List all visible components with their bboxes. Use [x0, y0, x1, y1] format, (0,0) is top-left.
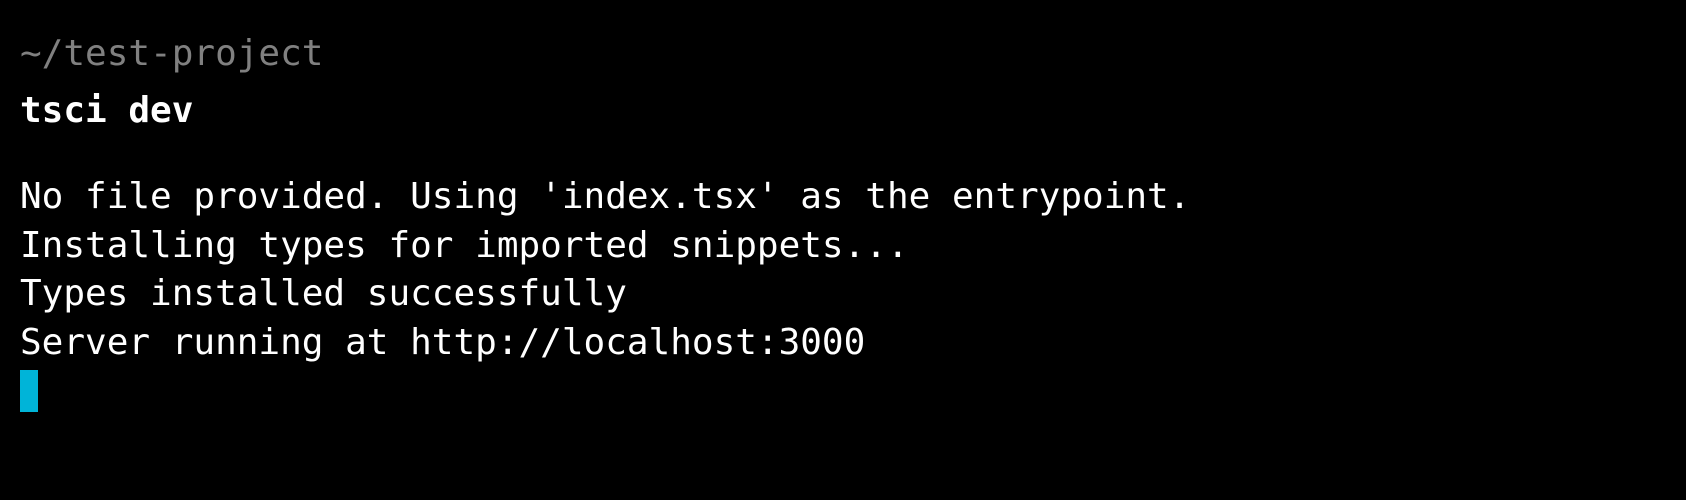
output-line: Types installed successfully — [20, 270, 1666, 319]
terminal-window[interactable]: ~/test-project tsci dev No file provided… — [20, 30, 1666, 416]
output-line: Server running at http://localhost:3000 — [20, 319, 1666, 368]
prompt-path: ~/test-project — [20, 30, 1666, 79]
output-line: No file provided. Using 'index.tsx' as t… — [20, 173, 1666, 222]
cursor-icon — [20, 370, 38, 412]
cursor-line — [20, 368, 1666, 417]
command-text: tsci dev — [20, 87, 1666, 136]
output-line: Installing types for imported snippets..… — [20, 222, 1666, 271]
